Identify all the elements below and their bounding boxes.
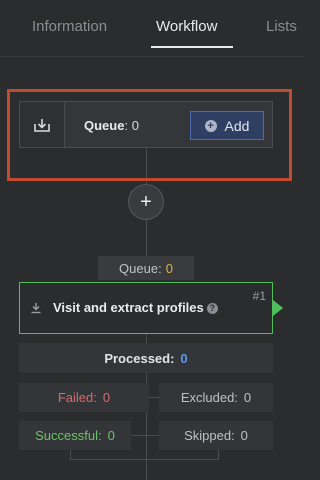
active-tab-indicator: [151, 46, 233, 48]
connector-line: [149, 397, 159, 398]
processed-stat: Processed: 0: [19, 343, 273, 373]
step-queue-label: Queue:: [119, 260, 162, 276]
tab-bar: Information Workflow Lists: [0, 0, 304, 57]
successful-stat[interactable]: Successful: 0: [19, 421, 131, 450]
download-icon: [30, 301, 42, 319]
excluded-label: Excluded:: [180, 390, 238, 405]
help-icon[interactable]: ?: [206, 303, 218, 314]
step-queue-badge: Queue: 0: [98, 256, 194, 280]
failed-value: 0: [102, 390, 111, 405]
add-step-button[interactable]: +: [128, 184, 164, 220]
step-queue-value: 0: [165, 260, 173, 276]
skipped-label: Skipped:: [184, 428, 235, 443]
connector-line: [146, 334, 147, 343]
connector-line: [70, 459, 219, 460]
connector-line: [146, 220, 147, 256]
workflow-step[interactable]: Visit and extract profiles? #1: [19, 282, 273, 334]
skipped-value: 0: [240, 428, 248, 443]
tab-information[interactable]: Information: [32, 18, 107, 35]
successful-label: Successful:: [35, 428, 102, 443]
failed-label: Failed:: [57, 390, 97, 405]
failed-stat[interactable]: Failed: 0: [19, 383, 149, 412]
step-arrow-icon: [273, 300, 283, 316]
step-title-text: Visit and extract profiles: [53, 300, 204, 315]
skipped-stat[interactable]: Skipped: 0: [159, 421, 273, 450]
step-title: Visit and extract profiles?: [53, 300, 218, 315]
excluded-value: 0: [243, 390, 252, 405]
processed-value: 0: [180, 350, 188, 366]
processed-label: Processed:: [104, 350, 175, 366]
tab-workflow[interactable]: Workflow: [156, 18, 217, 35]
tab-lists[interactable]: Lists: [266, 18, 297, 35]
excluded-stat[interactable]: Excluded: 0: [159, 383, 273, 412]
successful-value: 0: [107, 428, 115, 443]
highlight-frame: [7, 89, 292, 181]
connector-line: [131, 435, 159, 436]
step-number: #1: [252, 289, 266, 303]
